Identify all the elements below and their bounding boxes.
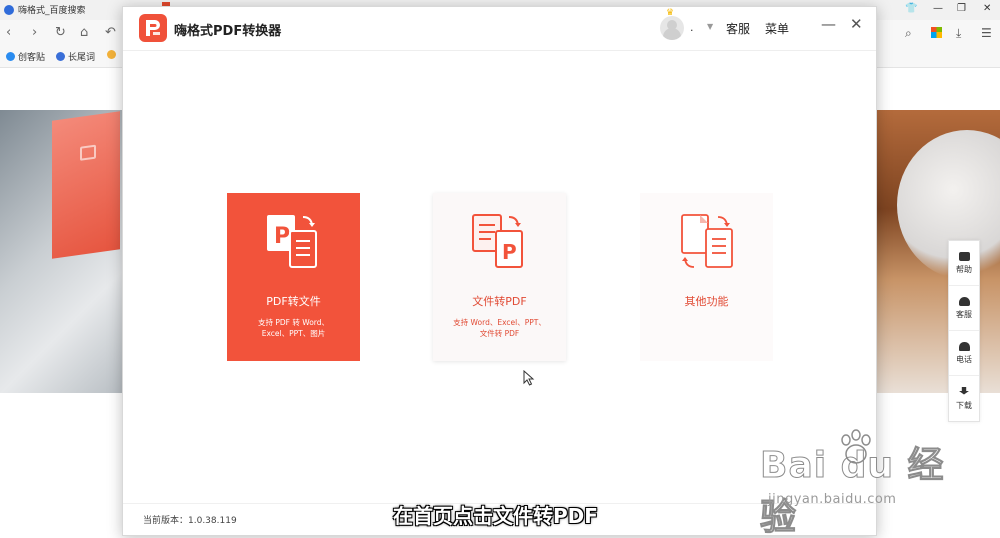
mouse-cursor-icon [523, 370, 535, 386]
browser-restore-icon[interactable]: ❐ [957, 3, 966, 14]
app-title: 嗨格式PDF转换器 [174, 24, 282, 39]
file-to-pdf-icon: P [472, 214, 523, 268]
card-title: 文件转PDF [472, 295, 527, 308]
baidu-jingyan-watermark: Bai du 经验 jingyan.baidu.com [760, 429, 960, 538]
bookmark-icon [56, 52, 65, 61]
side-item-download[interactable]: 下载 [949, 376, 979, 421]
background-photo-right [877, 110, 1000, 393]
background-photo-left [0, 110, 123, 393]
phone-icon [958, 341, 970, 351]
browser-tab-title: 嗨格式_百度搜索 [18, 6, 86, 16]
user-name[interactable]: . [690, 21, 694, 34]
apps-grid-icon[interactable] [931, 27, 942, 38]
forward-icon[interactable]: › [32, 25, 37, 40]
browser-tab[interactable]: 嗨格式_百度搜索 [4, 3, 86, 16]
browser-search-icon[interactable]: ⌕ [905, 26, 912, 41]
back-icon[interactable]: ‹ [6, 25, 11, 40]
watermark-url: jingyan.baidu.com [768, 492, 897, 507]
bookmark-item[interactable]: 创客贴 [6, 50, 45, 63]
browser-menu-icon[interactable]: ☰ [981, 26, 992, 40]
side-item-service[interactable]: 客服 [949, 286, 979, 331]
browser-minimize-icon[interactable]: — [933, 3, 943, 14]
book-cover-image [52, 111, 120, 259]
floating-side-panel: 帮助 客服 电话 下载 [948, 240, 980, 422]
app-header: 嗨格式PDF转换器 ♛ . ▼ 客服 菜单 — ✕ [123, 7, 876, 51]
side-item-help[interactable]: 帮助 [949, 241, 979, 286]
bookmark-icon [6, 52, 15, 61]
shirt-icon[interactable]: 👕 [905, 3, 917, 14]
other-functions-icon [681, 214, 733, 268]
user-avatar[interactable] [660, 16, 684, 40]
svg-text:P: P [274, 224, 290, 249]
bookmark-icon [107, 50, 116, 59]
download-icon [959, 386, 969, 395]
baidu-paw-icon [4, 4, 14, 15]
card-title: 其他功能 [684, 295, 729, 308]
undo-icon[interactable]: ↶ [105, 25, 116, 40]
card-other-functions[interactable]: 其他功能 [640, 193, 773, 361]
card-file-to-pdf[interactable]: P 文件转PDF 支持 Word、Excel、PPT、 文件转 PDF [433, 193, 566, 361]
book-icon [958, 251, 970, 261]
card-description: 支持 PDF 转 Word、 Excel、PPT、图片 [257, 318, 330, 338]
service-button[interactable]: 客服 [726, 20, 750, 37]
close-icon[interactable]: ✕ [850, 17, 863, 32]
pdf-to-file-icon: P [267, 215, 317, 268]
card-pdf-to-file[interactable]: P PDF转文件 支持 PDF 转 Word、 Excel、PPT、图片 [227, 193, 360, 361]
watermark-paw-icon [841, 429, 871, 464]
bookmark-item[interactable]: 长尾词 [56, 50, 95, 63]
browser-download-icon[interactable]: ⤓ [956, 26, 961, 41]
svg-text:P: P [502, 240, 517, 264]
chevron-down-icon[interactable]: ▼ [707, 22, 713, 31]
side-item-phone[interactable]: 电话 [949, 331, 979, 376]
version-label: 当前版本：1.0.38.119 [143, 516, 237, 526]
bookmark-item[interactable] [107, 50, 116, 59]
refresh-icon[interactable]: ↻ [55, 25, 66, 40]
menu-button[interactable]: 菜单 [765, 20, 789, 37]
headset-icon [958, 296, 970, 306]
browser-close-icon[interactable]: ✕ [983, 3, 991, 14]
app-logo-icon [139, 14, 167, 42]
video-caption: 在首页点击文件转PDF [393, 504, 598, 528]
minimize-icon[interactable]: — [821, 17, 836, 32]
card-title: PDF转文件 [266, 295, 321, 308]
home-icon[interactable]: ⌂ [80, 25, 88, 40]
card-description: 支持 Word、Excel、PPT、 文件转 PDF [453, 318, 546, 338]
